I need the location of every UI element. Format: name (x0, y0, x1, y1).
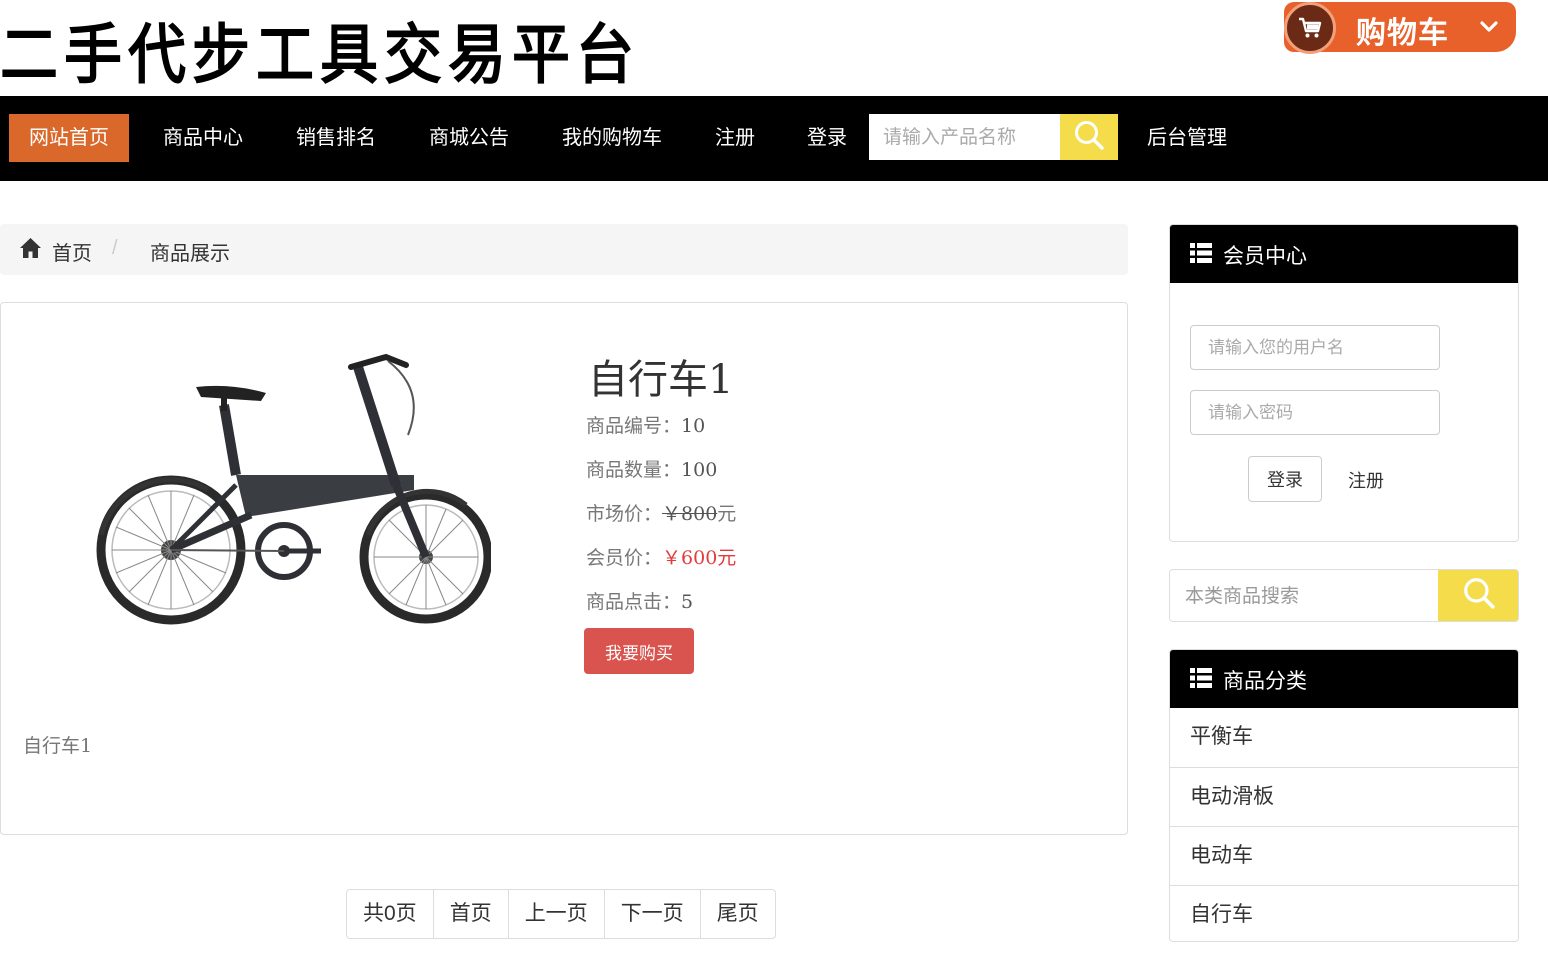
chevron-down-icon (1478, 16, 1500, 43)
product-clicks-label: 商品点击： (586, 591, 682, 613)
member-center-header: 会员中心 (1170, 225, 1518, 283)
category-search (1169, 569, 1519, 622)
market-price-row: 市场价：￥800元 (586, 499, 736, 526)
home-icon (19, 237, 42, 264)
main-navbar: 网站首页 商品中心 销售排名 商城公告 我的购物车 注册 登录 后台管理 (0, 96, 1548, 181)
product-quantity-value: 100 (681, 459, 718, 481)
product-search-button[interactable] (1060, 114, 1118, 160)
site-title: 二手代步工具交易平台 (0, 16, 641, 93)
buy-now-button[interactable]: 我要购买 (584, 628, 694, 674)
page-last-link[interactable]: 尾页 (699, 890, 775, 938)
page-first-link[interactable]: 首页 (432, 890, 508, 938)
category-item-electric-bike[interactable]: 电动车 (1170, 826, 1518, 885)
nav-item-my-cart[interactable]: 我的购物车 (562, 114, 662, 162)
category-search-input[interactable] (1170, 570, 1438, 621)
category-item-bicycle[interactable]: 自行车 (1170, 885, 1518, 941)
nav-item-home[interactable]: 网站首页 (9, 114, 129, 162)
page-total: 共0页 (363, 902, 417, 925)
breadcrumb-separator: / (112, 237, 118, 259)
username-input[interactable] (1190, 325, 1440, 370)
categories-title: 商品分类 (1223, 670, 1307, 693)
product-image (96, 353, 491, 625)
product-search-input[interactable] (869, 114, 1060, 160)
member-price-value: ￥600元 (662, 547, 737, 569)
member-center-title: 会员中心 (1223, 245, 1307, 268)
product-code-value: 10 (681, 415, 706, 437)
breadcrumb: 首页 / 商品展示 (0, 224, 1128, 275)
categories-header: 商品分类 (1170, 650, 1518, 708)
nav-item-products[interactable]: 商品中心 (163, 114, 243, 162)
breadcrumb-current: 商品展示 (150, 243, 230, 265)
page-prev-link[interactable]: 上一页 (507, 890, 604, 938)
pagination: 共0页 首页 上一页 下一页 尾页 (346, 889, 776, 939)
member-price-row: 会员价：￥600元 (586, 543, 736, 570)
product-quantity-label: 商品数量： (586, 459, 682, 481)
login-button[interactable]: 登录 (1248, 456, 1322, 502)
cart-icon (1284, 2, 1336, 54)
nav-item-sales-ranking[interactable]: 销售排名 (296, 114, 376, 162)
product-name: 自行车1 (588, 357, 734, 403)
market-price-unit: 元 (717, 503, 737, 525)
product-code-row: 商品编号：10 (586, 411, 705, 438)
member-center-panel: 会员中心 登录 注册 (1169, 224, 1519, 542)
product-detail-panel: 自行车1 商品编号：10 商品数量：100 市场价：￥800元 会员价：￥600… (0, 302, 1128, 835)
category-item-electric-skateboard[interactable]: 电动滑板 (1170, 767, 1518, 826)
register-link[interactable]: 注册 (1348, 467, 1384, 493)
list-icon (1190, 243, 1212, 269)
product-description: 自行车1 (23, 735, 93, 757)
product-clicks-value: 5 (681, 591, 694, 613)
category-item-balance-scooter[interactable]: 平衡车 (1170, 708, 1518, 767)
search-icon (1073, 119, 1105, 156)
category-search-button[interactable] (1438, 570, 1518, 621)
nav-item-admin[interactable]: 后台管理 (1147, 114, 1227, 162)
breadcrumb-home-link[interactable]: 首页 (52, 237, 92, 266)
nav-item-announcements[interactable]: 商城公告 (429, 114, 509, 162)
nav-item-register[interactable]: 注册 (715, 114, 755, 162)
product-clicks-row: 商品点击：5 (586, 587, 693, 614)
search-icon (1462, 576, 1496, 615)
cart-button[interactable]: 购物车 (1284, 2, 1516, 54)
cart-label: 购物车 (1356, 17, 1449, 50)
page-next-link[interactable]: 下一页 (603, 890, 700, 938)
member-price-label: 会员价： (586, 547, 663, 569)
password-input[interactable] (1190, 390, 1440, 435)
list-icon (1190, 668, 1212, 694)
categories-panel: 商品分类 平衡车 电动滑板 电动车 自行车 (1169, 649, 1519, 942)
market-price-label: 市场价： (586, 503, 663, 525)
product-code-label: 商品编号： (586, 415, 682, 437)
nav-item-login[interactable]: 登录 (807, 114, 847, 162)
market-price-value: ￥800 (662, 503, 718, 525)
product-quantity-row: 商品数量：100 (586, 455, 717, 482)
